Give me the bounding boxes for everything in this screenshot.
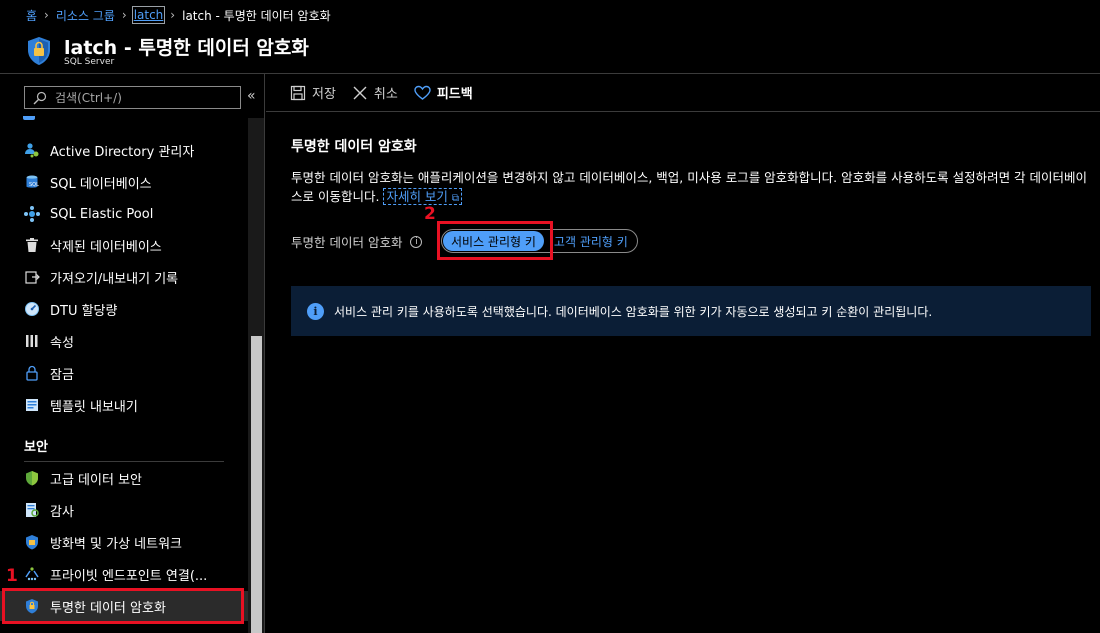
save-button[interactable]: 저장 [290,83,336,102]
firewall-icon [24,534,40,550]
cancel-button[interactable]: 취소 [352,83,398,102]
save-label: 저장 [312,87,336,102]
trash-icon [24,237,40,253]
tde-shield-icon [28,37,50,65]
sidebar-item-label: 삭제된 데이터베이스 [50,239,162,255]
chevron-right-icon: › [121,8,127,22]
search-placeholder: 검색(Ctrl+/) [55,91,122,105]
sidebar-item-label: 가져오기/내보내기 기록 [50,271,179,287]
sidebar-item-label: 프라이빗 엔드포인트 연결(... [50,568,208,584]
breadcrumb: 홈 › 리소스 그룹 › latch › latch - 투명한 데이터 암호화 [0,0,1100,30]
info-banner-text: 서비스 관리 키를 사용하도록 선택했습니다. 데이터베이스 암호화를 위한 키… [334,304,933,319]
sidebar-item-label: 템플릿 내보내기 [50,399,138,415]
breadcrumb-home[interactable]: 홈 [26,7,37,24]
description: 투명한 데이터 암호화는 애플리케이션을 변경하지 않고 데이터베이스, 백업,… [291,168,1091,208]
sidebar-item-sql-databases[interactable]: SQL SQL 데이터베이스 [0,167,248,197]
tde-field-label: 투명한 데이터 암호화 i [291,232,423,251]
heart-icon [414,85,431,100]
highlight-box-step2 [437,221,553,260]
sidebar-item-auditing[interactable]: 감사 [0,495,248,525]
sidebar-item-firewall[interactable]: 방화벽 및 가상 네트워크 [0,527,248,557]
step-1-marker: 1 [6,566,18,586]
sql-database-icon: SQL [24,174,40,190]
search-icon [33,91,47,104]
chevron-right-icon: › [170,8,176,22]
highlight-box-step1 [2,588,244,624]
info-circle-icon: i [307,302,324,320]
info-banner: i 서비스 관리 키를 사용하도록 선택했습니다. 데이터베이스 암호화를 위한… [291,286,1091,336]
section-divider [24,461,224,462]
sidebar-item-label: 속성 [50,335,74,351]
learn-more-label: 자세히 보기 [386,189,448,204]
sidebar-scrollbar-thumb[interactable] [251,336,262,633]
step-2-marker: 2 [424,204,436,224]
sidebar-item-label: DTU 할당량 [50,303,118,319]
sidebar-item-import-export-history[interactable]: 가져오기/내보내기 기록 [0,262,248,292]
lock-icon [24,365,40,381]
sidebar-item-private-endpoint[interactable]: 프라이빗 엔드포인트 연결(... [0,559,248,589]
chevron-right-icon: › [44,8,49,22]
sidebar-item-active-directory[interactable]: Active Directory 관리자 [0,135,248,165]
sidebar-item-label: SQL 데이터베이스 [50,176,152,192]
breadcrumb-resource-groups[interactable]: 리소스 그룹 [56,7,115,24]
scrolled-item-stub [22,116,36,124]
partial-icon [23,116,35,120]
sidebar-item-label: Active Directory 관리자 [50,144,195,160]
page-subtitle: SQL Server [64,57,115,67]
breadcrumb-latch[interactable]: latch [131,6,166,24]
template-icon [24,397,40,413]
sidebar-item-label: 잠금 [50,367,74,383]
properties-icon [24,333,40,349]
external-link-icon: ⧉ [451,193,460,204]
page-header: latch - 투명한 데이터 암호화 SQL Server [0,30,1100,72]
sidebar-item-deleted-databases[interactable]: 삭제된 데이터베이스 [0,230,248,260]
sidebar: 검색(Ctrl+/) « Active Directory 관리자 SQL SQ… [0,74,265,633]
sidebar-item-label: 감사 [50,504,74,520]
audit-icon [24,502,40,518]
import-export-icon [24,269,40,285]
page-title: latch - 투명한 데이터 암호화 [64,37,309,59]
private-endpoint-icon [24,566,40,582]
active-directory-icon [24,142,40,158]
sidebar-item-label: 고급 데이터 보안 [50,472,142,488]
sidebar-item-label: SQL Elastic Pool [50,206,154,222]
sidebar-item-label: 방화벽 및 가상 네트워크 [50,536,182,552]
sidebar-item-properties[interactable]: 속성 [0,326,248,356]
sidebar-item-sql-elastic-pool[interactable]: SQL Elastic Pool [0,199,248,229]
customer-managed-key-option[interactable]: 고객 관리형 키 [546,231,636,251]
section-heading: 투명한 데이터 암호화 [291,139,417,155]
field-label-text: 투명한 데이터 암호화 [291,235,403,250]
info-icon[interactable]: i [410,235,423,248]
breadcrumb-current: latch - 투명한 데이터 암호화 [182,8,331,23]
section-security: 보안 [24,440,48,455]
save-icon [290,85,306,100]
feedback-label: 피드백 [436,87,473,102]
elastic-pool-icon [24,206,40,222]
sidebar-item-dtu-quota[interactable]: DTU 할당량 [0,294,248,324]
collapse-sidebar-button[interactable]: « [247,88,256,104]
gauge-icon [24,301,40,317]
search-input[interactable]: 검색(Ctrl+/) [24,86,241,109]
shield-green-icon [24,470,40,486]
close-icon [353,86,367,99]
sidebar-item-locks[interactable]: 잠금 [0,358,248,388]
cancel-label: 취소 [373,87,398,102]
main-content: 투명한 데이터 암호화 투명한 데이터 암호화는 애플리케이션을 변경하지 않고… [266,112,1100,633]
feedback-button[interactable]: 피드백 [414,83,473,102]
svg-text:SQL: SQL [29,182,39,188]
sidebar-item-advanced-data-security[interactable]: 고급 데이터 보안 [0,463,248,493]
command-bar: 저장 취소 피드백 [266,74,1100,112]
learn-more-link[interactable]: 자세히 보기 ⧉ [383,188,463,205]
sidebar-item-export-template[interactable]: 템플릿 내보내기 [0,390,248,420]
